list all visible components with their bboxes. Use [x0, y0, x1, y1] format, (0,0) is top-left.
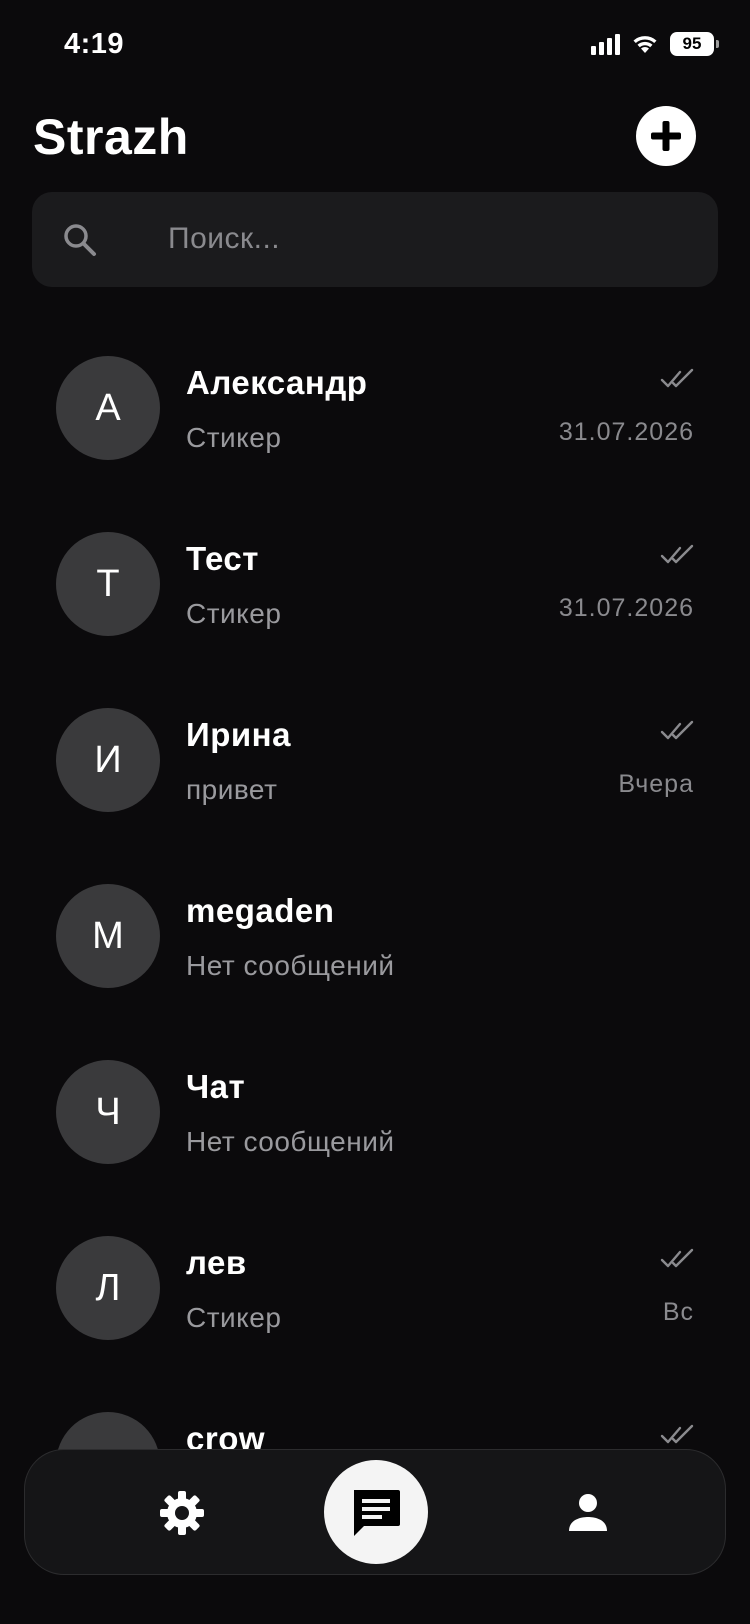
chat-name: megaden	[186, 892, 335, 929]
chat-bubble-icon	[354, 1490, 400, 1536]
nav-chats-button[interactable]	[324, 1460, 428, 1564]
chat-preview: Нет сообщений	[186, 950, 395, 981]
chat-preview: Нет сообщений	[186, 1126, 395, 1157]
chat-preview: Стикер	[186, 598, 282, 629]
chat-name: лев	[186, 1244, 247, 1281]
chat-name: Александр	[186, 364, 368, 401]
search-bar[interactable]	[32, 192, 718, 287]
chat-preview: привет	[186, 774, 278, 805]
chat-time: 31.07.2026	[558, 418, 694, 446]
double-check-icon	[660, 368, 694, 388]
search-input[interactable]	[168, 214, 688, 264]
avatar: И	[56, 708, 160, 812]
search-icon	[64, 224, 96, 256]
battery-indicator: 95	[670, 32, 719, 56]
chat-item[interactable]: И Ирина привет Вчера	[0, 698, 750, 874]
person-icon	[569, 1494, 607, 1531]
nav-settings-button[interactable]	[122, 1450, 242, 1576]
chat-time: Вчера	[618, 770, 694, 798]
app-title: Strazh	[33, 109, 189, 165]
double-check-icon	[660, 544, 694, 564]
nav-profile-button[interactable]	[528, 1450, 648, 1576]
double-check-icon	[660, 720, 694, 740]
bottom-nav	[24, 1449, 726, 1575]
avatar: Ч	[56, 1060, 160, 1164]
chat-name: Ирина	[186, 716, 291, 753]
chat-item[interactable]: M megaden Нет сообщений	[0, 874, 750, 1050]
plus-icon	[651, 121, 681, 151]
chat-name: Тест	[186, 540, 259, 577]
double-check-icon	[660, 1248, 694, 1268]
avatar: Т	[56, 532, 160, 636]
chat-item[interactable]: Т Тест Стикер 31.07.2026	[0, 522, 750, 698]
chat-list-screen: 4:19 95 Strazh А	[0, 0, 750, 1624]
status-bar: 4:19 95	[0, 0, 750, 90]
chat-preview: Стикер	[186, 422, 282, 453]
status-indicators: 95	[591, 32, 719, 56]
wifi-icon	[633, 36, 657, 53]
cellular-signal-icon	[591, 33, 620, 55]
chat-time: Вс	[662, 1298, 694, 1326]
chat-time: 31.07.2026	[558, 594, 694, 622]
avatar: M	[56, 884, 160, 988]
chat-preview: Стикер	[186, 1302, 282, 1333]
double-check-icon	[660, 1424, 694, 1444]
status-time: 4:19	[64, 28, 125, 60]
chat-item[interactable]: А Александр Стикер 31.07.2026	[0, 346, 750, 522]
gear-icon	[160, 1491, 204, 1535]
avatar: Л	[56, 1236, 160, 1340]
chat-name: Чат	[186, 1068, 246, 1105]
chat-item[interactable]: Ч Чат Нет сообщений	[0, 1050, 750, 1226]
chat-list: А Александр Стикер 31.07.2026 Т Тест Сти…	[0, 346, 750, 1578]
new-chat-button[interactable]	[636, 106, 696, 166]
chat-item[interactable]: Л лев Стикер Вс	[0, 1226, 750, 1402]
avatar: А	[56, 356, 160, 460]
